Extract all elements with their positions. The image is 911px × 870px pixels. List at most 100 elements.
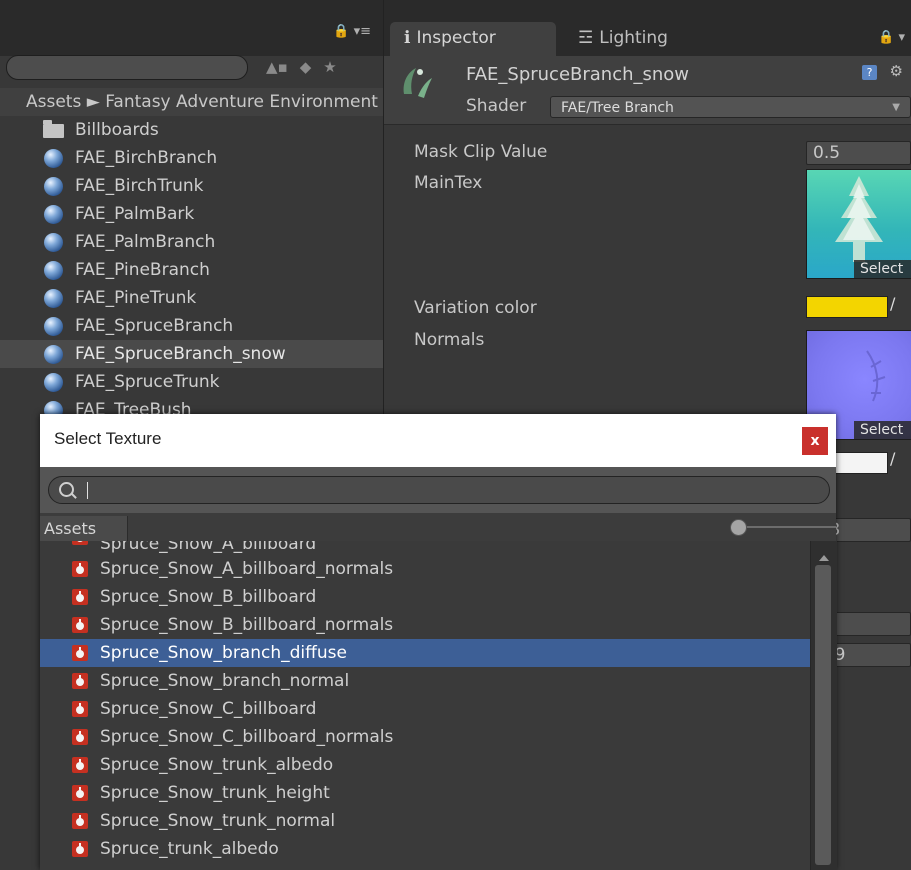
select-texture-dialog: Select Texture x Assets Spruce_Snow_A_bi… (40, 414, 837, 870)
table-row[interactable]: Spruce_Snow_A_billboard (40, 541, 810, 555)
texture-file-icon (72, 757, 88, 773)
list-item[interactable]: FAE_SpruceTrunk (0, 368, 383, 396)
material-sphere-icon (44, 345, 63, 364)
texture-file-icon (72, 785, 88, 801)
material-sphere-icon (44, 205, 63, 224)
favorite-star-icon[interactable]: ★ (323, 58, 336, 76)
list-item-label: FAE_PalmBranch (75, 232, 216, 252)
dialog-title-bar[interactable]: Select Texture x (40, 414, 836, 467)
slider-handle[interactable] (730, 519, 747, 536)
list-item[interactable]: FAE_SpruceBranch_snow (0, 340, 383, 368)
shader-dropdown[interactable]: FAE/Tree Branch ▼ (550, 96, 911, 118)
lock-menu-icon[interactable]: 🔒 ▾≡ (333, 24, 371, 39)
select-texture-button[interactable]: Select (854, 421, 911, 439)
maintex-label: MainTex (414, 173, 483, 193)
search-icon (59, 482, 74, 497)
table-row[interactable]: Spruce_Snow_trunk_albedo (40, 751, 810, 779)
eyedropper-icon[interactable]: / (890, 449, 895, 468)
texture-name: Spruce_Snow_C_billboard (100, 699, 317, 719)
mask-clip-field[interactable]: 0.5 (806, 141, 911, 165)
table-row[interactable]: Spruce_Snow_trunk_height (40, 779, 810, 807)
texture-name: Spruce_Snow_B_billboard_normals (100, 615, 394, 635)
texture-file-icon (72, 589, 88, 605)
filter-by-label-icon[interactable]: ◆ (300, 58, 312, 76)
dialog-tab-bar: Assets (40, 513, 836, 542)
list-item[interactable]: FAE_PineBranch (0, 256, 383, 284)
list-item-label: FAE_SpruceBranch (75, 316, 234, 336)
material-header: FAE_SpruceBranch_snow Shader FAE/Tree Br… (384, 56, 911, 125)
dialog-search-bar (40, 467, 836, 513)
material-sphere-icon (44, 177, 63, 196)
table-row[interactable]: Spruce_Snow_B_billboard (40, 583, 810, 611)
texture-name: Spruce_Snow_branch_normal (100, 671, 350, 691)
table-row[interactable]: Spruce_Snow_A_billboard_normals (40, 555, 810, 583)
texture-name: Spruce_Snow_C_billboard_normals (100, 727, 394, 747)
tab-lighting[interactable]: ☲ Lighting (564, 22, 682, 56)
list-item-label: FAE_BirchTrunk (75, 176, 204, 196)
filter-by-type-icon[interactable]: ▲▪ (266, 58, 288, 76)
material-sphere-icon (44, 317, 63, 336)
asset-list: Billboards FAE_BirchBranch FAE_BirchTrunk F… (0, 116, 383, 424)
list-item[interactable]: FAE_PalmBranch (0, 228, 383, 256)
breadcrumb[interactable]: Assets ► Fantasy Adventure Environment (0, 88, 383, 116)
project-filter-tools: ▲▪ ◆ ★ (266, 55, 337, 78)
maintex-slot[interactable]: Select (806, 169, 911, 279)
list-item[interactable]: FAE_SpruceBranch (0, 312, 383, 340)
material-name: FAE_SpruceBranch_snow (466, 64, 690, 85)
table-row[interactable]: Spruce_Snow_branch_normal (40, 667, 810, 695)
tab-assets[interactable]: Assets (40, 516, 128, 542)
material-sphere-icon (44, 289, 63, 308)
texture-name: Spruce_Snow_trunk_albedo (100, 755, 334, 775)
texture-name: Spruce_Snow_A_billboard (100, 541, 317, 554)
list-item[interactable]: FAE_BirchTrunk (0, 172, 383, 200)
list-item-label: FAE_PalmBark (75, 204, 195, 224)
list-item-label: FAE_BirchBranch (75, 148, 218, 168)
list-item[interactable]: FAE_PalmBark (0, 200, 383, 228)
chevron-down-icon: ▼ (892, 102, 900, 113)
list-item[interactable]: Billboards (0, 116, 383, 144)
texture-file-icon (72, 645, 88, 661)
texture-list-scrollbar[interactable] (810, 541, 837, 870)
shader-label: Shader (466, 96, 527, 116)
inspector-tab-bar: ℹ Inspector ☲ Lighting 🔒 ▾ (384, 0, 911, 56)
dialog-title: Select Texture (54, 429, 162, 448)
texture-name: Spruce_Snow_trunk_height (100, 783, 330, 803)
texture-list: Spruce_Snow_A_billboard Spruce_Snow_A_bil… (40, 541, 810, 870)
scroll-up-arrow-icon[interactable] (819, 555, 829, 561)
table-row[interactable]: Spruce_Snow_C_billboard (40, 695, 810, 723)
texture-file-icon (72, 729, 88, 745)
list-item-label: FAE_PineTrunk (75, 288, 197, 308)
eyedropper-icon[interactable]: / (890, 294, 895, 313)
table-row[interactable]: Spruce_Snow_B_billboard_normals (40, 611, 810, 639)
list-item-label: FAE_SpruceTrunk (75, 372, 220, 392)
lock-menu-icon[interactable]: 🔒 ▾ (878, 30, 905, 45)
table-row[interactable]: Spruce_trunk_albedo (40, 835, 810, 863)
texture-name: Spruce_Snow_branch_diffuse (100, 643, 347, 663)
project-search-input[interactable] (6, 55, 248, 80)
close-button[interactable]: x (802, 427, 828, 455)
texture-file-icon (72, 813, 88, 829)
list-item[interactable]: FAE_PineTrunk (0, 284, 383, 312)
table-row[interactable]: Spruce_Snow_C_billboard_normals (40, 723, 810, 751)
variation-color-swatch[interactable] (806, 296, 888, 318)
info-icon: ℹ (404, 28, 411, 48)
help-icon[interactable]: ? (862, 65, 877, 80)
list-item-label: FAE_SpruceBranch_snow (75, 344, 286, 364)
tab-inspector[interactable]: ℹ Inspector (390, 22, 556, 56)
material-sphere-icon (44, 261, 63, 280)
project-tab-bar: 🔒 ▾≡ (0, 0, 383, 56)
material-preview-icon (403, 68, 432, 98)
texture-file-icon (72, 673, 88, 689)
gear-icon[interactable]: ⚙ (890, 62, 903, 80)
texture-name: Spruce_Snow_trunk_normal (100, 811, 336, 831)
scrollbar-thumb[interactable] (815, 565, 831, 865)
texture-name: Spruce_Snow_A_billboard_normals (100, 559, 394, 579)
texture-name: Spruce_Snow_B_billboard (100, 587, 317, 607)
table-row[interactable]: Spruce_Snow_branch_diffuse (40, 639, 810, 667)
select-texture-button[interactable]: Select (854, 260, 911, 278)
folder-icon (43, 120, 64, 138)
table-row[interactable]: Spruce_Snow_trunk_normal (40, 807, 810, 835)
list-item[interactable]: FAE_BirchBranch (0, 144, 383, 172)
texture-file-icon (72, 701, 88, 717)
texture-search-input[interactable] (48, 476, 830, 504)
